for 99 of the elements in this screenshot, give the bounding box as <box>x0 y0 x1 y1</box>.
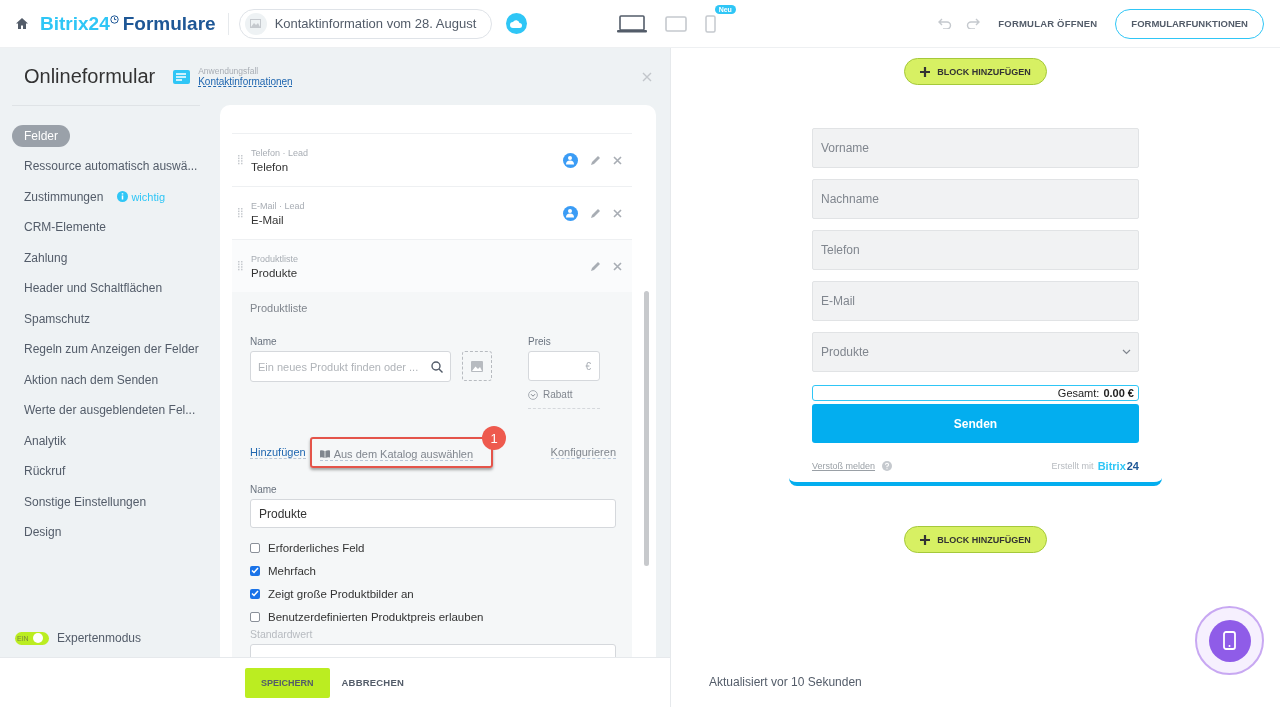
redo-icon[interactable] <box>966 18 981 29</box>
drag-handle-icon[interactable] <box>238 208 243 218</box>
sidebar-item[interactable]: Regeln zum Anzeigen der Felder <box>12 334 200 365</box>
catalog-link[interactable]: Aus dem Katalog auswählen <box>319 448 474 461</box>
close-icon[interactable] <box>613 261 622 271</box>
checkbox-label: Benutzerdefinierten Produktpreis erlauben <box>268 610 484 623</box>
clock-icon <box>109 15 119 24</box>
brand-name: Bitrix <box>1097 460 1126 472</box>
brand-number: 24 <box>1126 460 1139 472</box>
checkbox-label: Zeigt große Produktbilder an <box>268 587 414 600</box>
chevron-down-icon <box>528 389 538 400</box>
image-icon <box>250 19 262 28</box>
total-label: Gesamt: <box>1057 387 1100 399</box>
field-type: E-Mail · Lead <box>251 200 306 211</box>
add-block-button[interactable]: BLOCK HINZUFÜGEN <box>904 526 1047 553</box>
sidebar-item[interactable]: Werte der ausgeblendeten Fel... <box>12 395 200 426</box>
field-label: Name <box>250 336 278 347</box>
chevron-down-icon <box>1122 349 1131 355</box>
scrollbar-thumb[interactable] <box>644 291 649 566</box>
pencil-icon[interactable] <box>590 260 601 272</box>
sidebar-item[interactable]: CRM-Elemente <box>12 212 200 243</box>
discount-toggle[interactable]: Rabatt <box>528 389 600 409</box>
phone-icon[interactable] <box>704 14 716 33</box>
expert-mode-label: Expertenmodus <box>57 631 142 645</box>
sidebar-item[interactable]: Analytik <box>12 425 200 456</box>
total-value: 0.00 € <box>1103 387 1134 399</box>
cloud-button[interactable] <box>505 13 527 34</box>
field-title: E-Mail <box>251 213 285 226</box>
plus-icon <box>920 534 931 545</box>
checkbox-label: Mehrfach <box>268 564 316 577</box>
usecase-link[interactable]: Kontaktinformationen <box>198 76 293 87</box>
field-label: Standardwert <box>250 628 314 640</box>
sidebar-item[interactable]: Zustimmungen wichtig <box>12 181 200 212</box>
step-badge: 1 <box>482 426 507 450</box>
configure-link[interactable]: Konfigurieren <box>550 446 616 459</box>
pencil-icon[interactable] <box>590 207 601 219</box>
checkbox[interactable] <box>250 588 260 599</box>
undo-icon[interactable] <box>938 18 953 29</box>
status-text: Aktualisiert vor 10 Sekunden <box>709 674 862 691</box>
checkbox[interactable] <box>250 565 260 576</box>
tablet-icon[interactable] <box>664 15 687 32</box>
input-field[interactable]: Vorname <box>812 128 1139 168</box>
select-field[interactable]: Produkte <box>812 332 1139 372</box>
close-icon[interactable] <box>613 155 622 165</box>
image-upload-button[interactable] <box>462 351 492 381</box>
open-form-button[interactable]: FORMULAR ÖFFNEN <box>994 14 1102 33</box>
section-heading: Produktliste <box>250 302 309 314</box>
sidebar-item[interactable]: Zahlung <box>12 242 200 273</box>
add-link[interactable]: Hinzufügen <box>250 446 306 459</box>
made-with-label: Erstellt mit <box>1051 461 1094 471</box>
home-icon[interactable] <box>16 18 28 29</box>
product-name: Formulare <box>122 12 216 35</box>
laptop-icon[interactable] <box>616 14 647 33</box>
save-button[interactable]: SPEICHERN <box>245 667 330 698</box>
cloud-icon <box>510 19 523 28</box>
help-icon[interactable] <box>882 461 893 471</box>
sidebar-item[interactable]: Rückruf <box>12 456 200 487</box>
field-title: Telefon <box>251 160 290 173</box>
field-type: Produktliste <box>251 253 300 264</box>
checkbox[interactable] <box>250 542 260 553</box>
input-field[interactable]: Telefon <box>812 230 1139 270</box>
sidebar-item[interactable]: Aktion nach dem Senden <box>12 364 200 395</box>
checkbox[interactable] <box>250 611 260 622</box>
crm-link-icon[interactable] <box>563 205 578 221</box>
input-field[interactable]: E-Mail <box>812 281 1139 321</box>
usecase-label: Anwendungsfall <box>198 66 260 76</box>
drag-handle-icon[interactable] <box>238 155 243 165</box>
pencil-icon[interactable] <box>590 154 601 166</box>
sidebar-item[interactable]: Ressource automatisch auswä... <box>12 151 200 182</box>
sidebar-item[interactable]: Spamschutz <box>12 303 200 334</box>
close-icon[interactable] <box>613 208 622 218</box>
info-icon <box>117 191 129 203</box>
form-functions-button[interactable]: FORMULARFUNKTIONEN <box>1115 8 1264 39</box>
field-title: Produkte <box>251 266 299 279</box>
sidebar-item[interactable]: Header und Schaltflächen <box>12 273 200 304</box>
field-row[interactable]: Produktliste Produkte <box>232 239 632 292</box>
image-icon <box>471 360 483 372</box>
search-icon[interactable] <box>431 360 443 373</box>
document-icon <box>173 69 191 84</box>
name-field[interactable]: Produkte <box>250 499 616 528</box>
sidebar-item[interactable]: Design <box>12 517 200 548</box>
input-field[interactable]: Nachname <box>812 179 1139 219</box>
checkbox-label: Erforderliches Feld <box>268 541 365 554</box>
drag-handle-icon[interactable] <box>238 261 243 271</box>
book-icon <box>319 450 330 458</box>
close-icon[interactable] <box>642 72 652 82</box>
field-type: Telefon · Lead <box>251 147 310 158</box>
crm-link-icon[interactable] <box>563 152 578 168</box>
cancel-button[interactable]: ABBRECHEN <box>337 673 408 692</box>
plus-icon <box>920 66 931 77</box>
phone-icon <box>1223 631 1236 650</box>
field-label: Preis <box>528 336 552 347</box>
product-search-field[interactable]: Ein neues Produkt finden oder ... <box>250 351 451 382</box>
field-label: Name <box>250 484 278 495</box>
panel-title: Onlineformular <box>24 65 156 88</box>
brand-name: Bitrix24 <box>40 12 110 35</box>
sidebar-item[interactable]: Sonstige Einstellungen <box>12 486 200 517</box>
add-block-button[interactable]: BLOCK HINZUFÜGEN <box>904 58 1047 85</box>
sidebar-item-label: Zustimmungen <box>24 189 104 204</box>
